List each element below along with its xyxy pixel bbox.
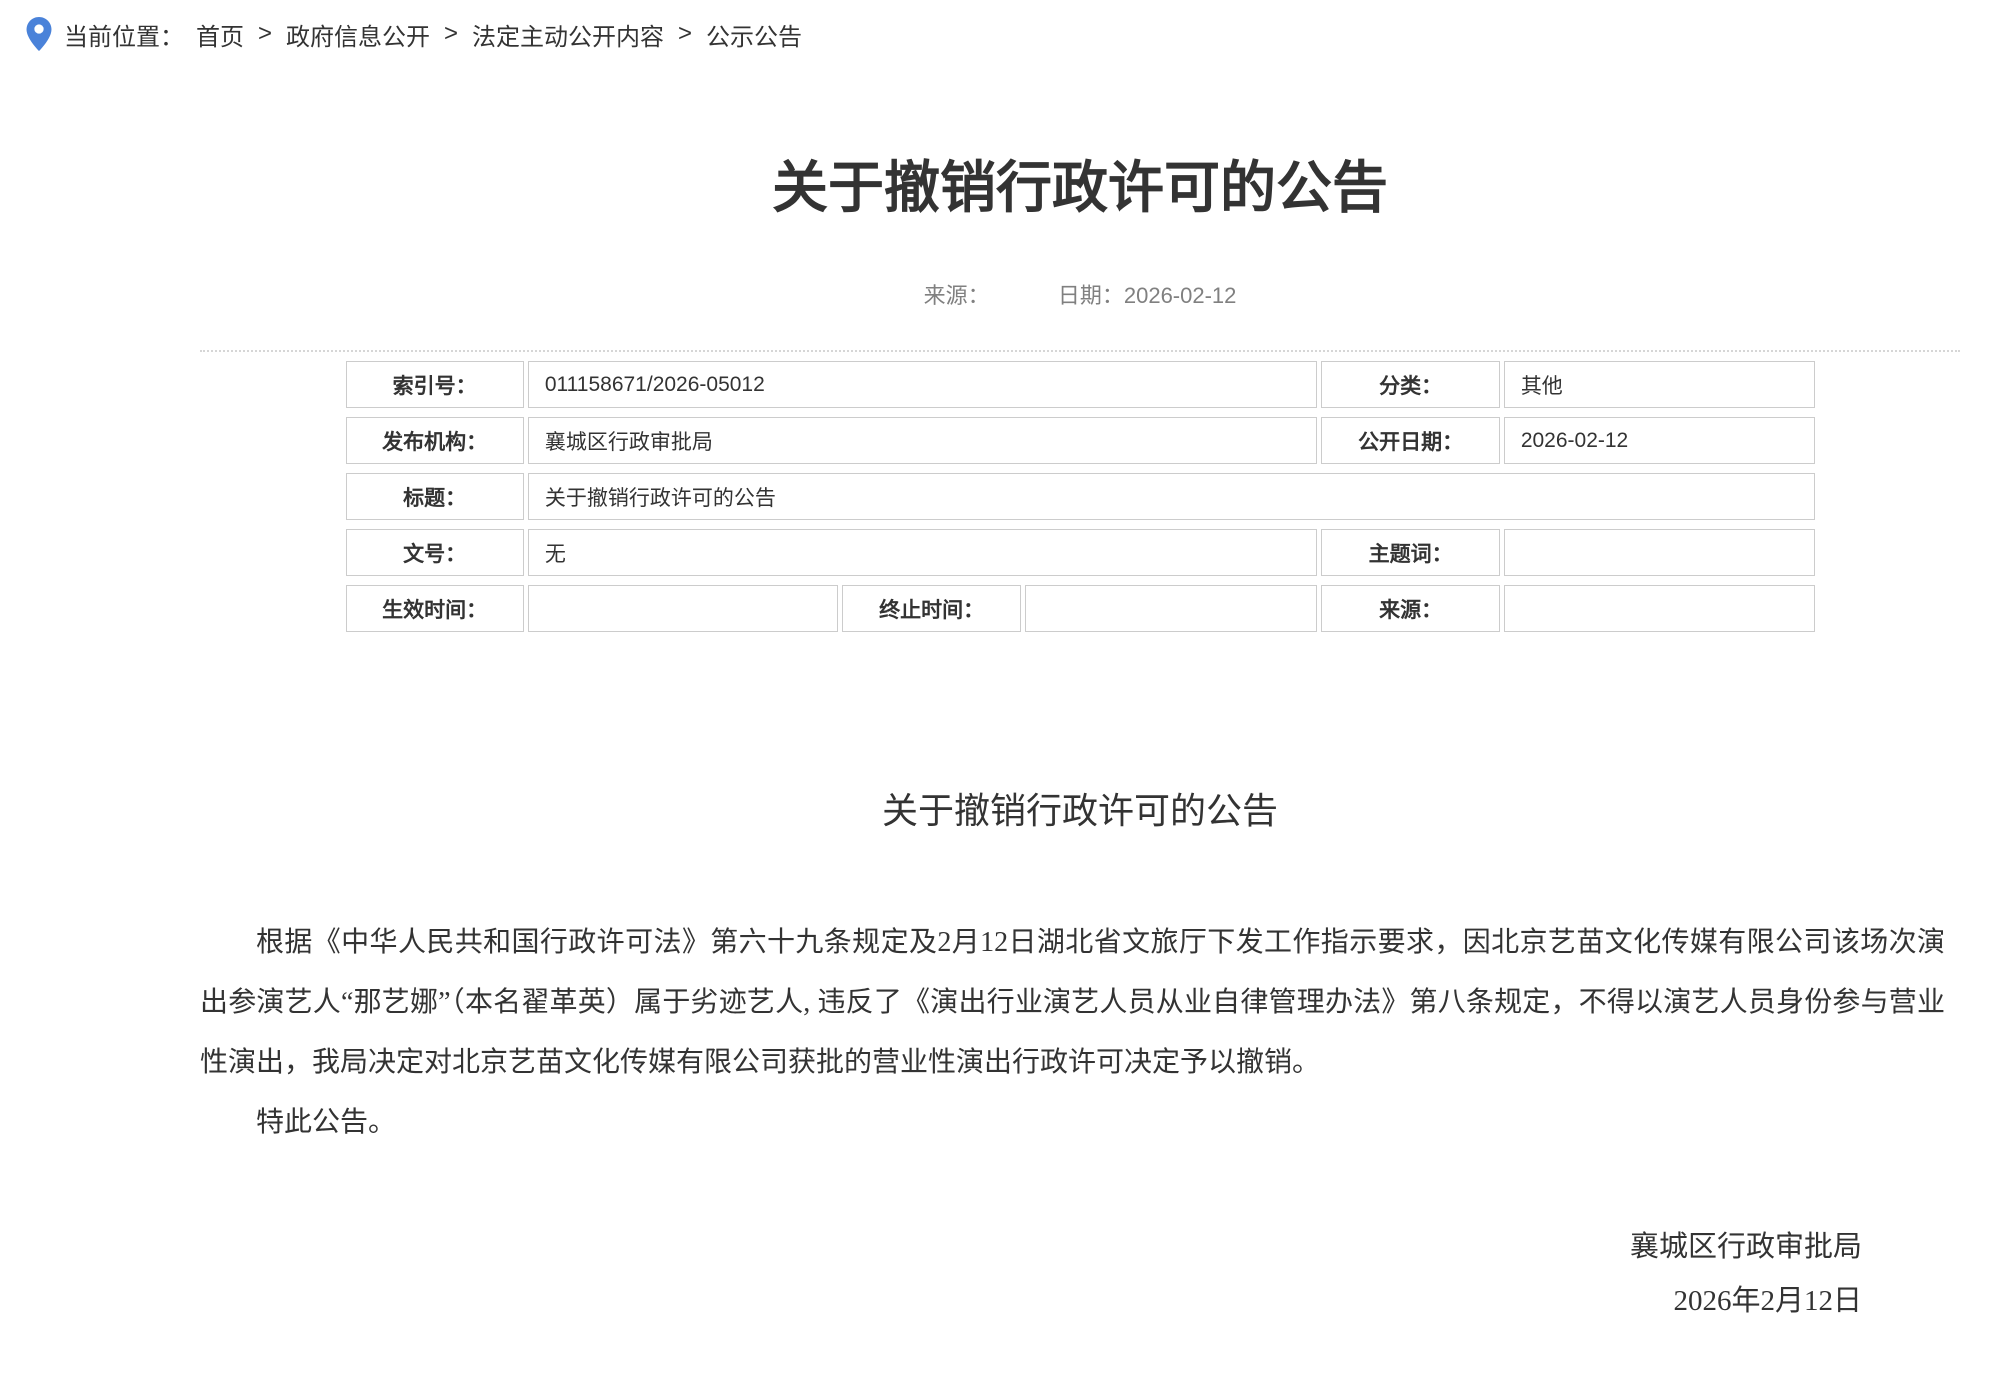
breadcrumb-separator: > [444,20,458,48]
breadcrumb-link-gov-info[interactable]: 政府信息公开 [286,17,430,52]
source-date-line: 来源： 日期：2026-02-12 [200,278,1960,306]
publisher-label: 发布机构： [346,417,524,464]
doc-title-value: 关于撤销行政许可的公告 [528,473,1815,520]
doc-number-value: 无 [528,529,1318,576]
index-number-value: 011158671/2026-05012 [528,361,1318,408]
breadcrumb-separator: > [258,20,272,48]
index-number-label: 索引号： [346,361,524,408]
table-row: 发布机构： 襄城区行政审批局 公开日期： 2026-02-12 [346,417,1815,464]
breadcrumb-separator: > [678,20,692,48]
source-field-label: 来源： [1321,585,1499,632]
keywords-label: 主题词： [1321,529,1499,576]
article-body: 根据《中华人民共和国行政许可法》第六十九条规定及2月12日湖北省文旅厅下发工作指… [200,913,1960,1153]
publish-date-label: 公开日期： [1321,417,1499,464]
table-row: 索引号： 011158671/2026-05012 分类： 其他 [346,361,1815,408]
doc-title-label: 标题： [346,473,524,520]
page-title: 关于撤销行政许可的公告 [200,158,1960,218]
source-label: 来源： [924,283,990,308]
location-pin-icon [26,17,52,51]
end-time-value [1025,585,1318,632]
article-title: 关于撤销行政许可的公告 [200,789,1960,833]
table-row: 标题： 关于撤销行政许可的公告 [346,473,1815,520]
signature-org: 襄城区行政审批局 [200,1229,1960,1265]
page: 当前位置： 首页 > 政府信息公开 > 法定主动公开内容 > 公示公告 关于撤销… [0,0,1993,1319]
date-value: 2026-02-12 [1124,283,1237,308]
publish-date-value: 2026-02-12 [1504,417,1815,464]
article-paragraph: 特此公告。 [200,1093,1945,1153]
doc-number-label: 文号： [346,529,524,576]
breadcrumb-link-home[interactable]: 首页 [196,17,244,52]
keywords-value [1504,529,1815,576]
breadcrumb-prefix: 当前位置： [64,17,184,52]
article-paragraph: 根据《中华人民共和国行政许可法》第六十九条规定及2月12日湖北省文旅厅下发工作指… [200,913,1945,1093]
breadcrumb-link-public-notices[interactable]: 公示公告 [706,17,802,52]
effective-time-label: 生效时间： [346,585,524,632]
date-label: 日期： [1058,283,1124,308]
category-value: 其他 [1504,361,1815,408]
source-field-value [1504,585,1815,632]
table-row: 生效时间： 终止时间： 来源： [346,585,1815,632]
document-container: 关于撤销行政许可的公告 来源： 日期：2026-02-12 索引号： 01115… [200,158,1960,1319]
category-label: 分类： [1321,361,1499,408]
breadcrumb-link-legal-disclosure[interactable]: 法定主动公开内容 [472,17,664,52]
signature-block: 襄城区行政审批局 2026年2月12日 [200,1229,1960,1319]
table-row: 文号： 无 主题词： [346,529,1815,576]
breadcrumb: 当前位置： 首页 > 政府信息公开 > 法定主动公开内容 > 公示公告 [0,0,1993,52]
publisher-value: 襄城区行政审批局 [528,417,1318,464]
end-time-label: 终止时间： [842,585,1020,632]
document-meta-table: 索引号： 011158671/2026-05012 分类： 其他 发布机构： 襄… [342,352,1819,641]
signature-date: 2026年2月12日 [200,1283,1960,1319]
effective-time-value [528,585,839,632]
